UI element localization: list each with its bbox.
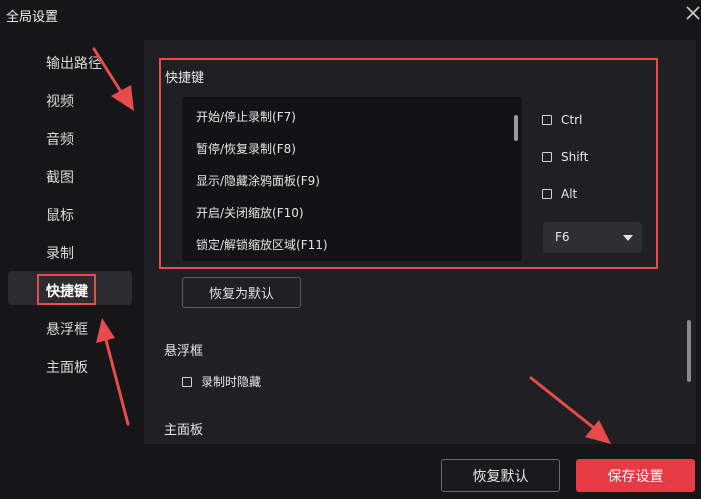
sidebar-item-mouse[interactable]: 鼠标 [46,205,74,225]
sidebar-item-recording[interactable]: 录制 [46,243,74,263]
sidebar-item-output-path[interactable]: 输出路径 [46,53,102,73]
save-settings-button[interactable]: 保存设置 [576,459,695,492]
main-panel-section-label: 主面板 [164,423,204,438]
hide-when-recording-checkbox[interactable]: 录制时隐藏 [182,373,261,390]
restore-defaults-button[interactable]: 恢复默认 [441,459,560,492]
restore-hotkey-defaults-button[interactable]: 恢复为默认 [182,277,301,308]
sidebar-item-main-panel[interactable]: 主面板 [46,357,88,377]
panel-scrollbar[interactable] [687,320,691,382]
annotation-highlight-frame [159,58,658,269]
sidebar-item-audio[interactable]: 音频 [46,129,74,149]
close-icon[interactable] [684,3,701,23]
sidebar-item-floating-box[interactable]: 悬浮框 [46,319,88,339]
sidebar-item-video[interactable]: 视频 [46,91,74,111]
sidebar-item-screenshot[interactable]: 截图 [46,167,74,187]
title-bar: 全局设置 [0,0,701,30]
annotation-highlight-box [37,274,96,305]
floating-section-label: 悬浮框 [164,344,204,359]
hide-when-recording-label: 录制时隐藏 [201,375,262,389]
window-title: 全局设置 [6,10,59,25]
annotation-arrow [96,318,130,426]
checkbox-box[interactable] [182,376,192,387]
